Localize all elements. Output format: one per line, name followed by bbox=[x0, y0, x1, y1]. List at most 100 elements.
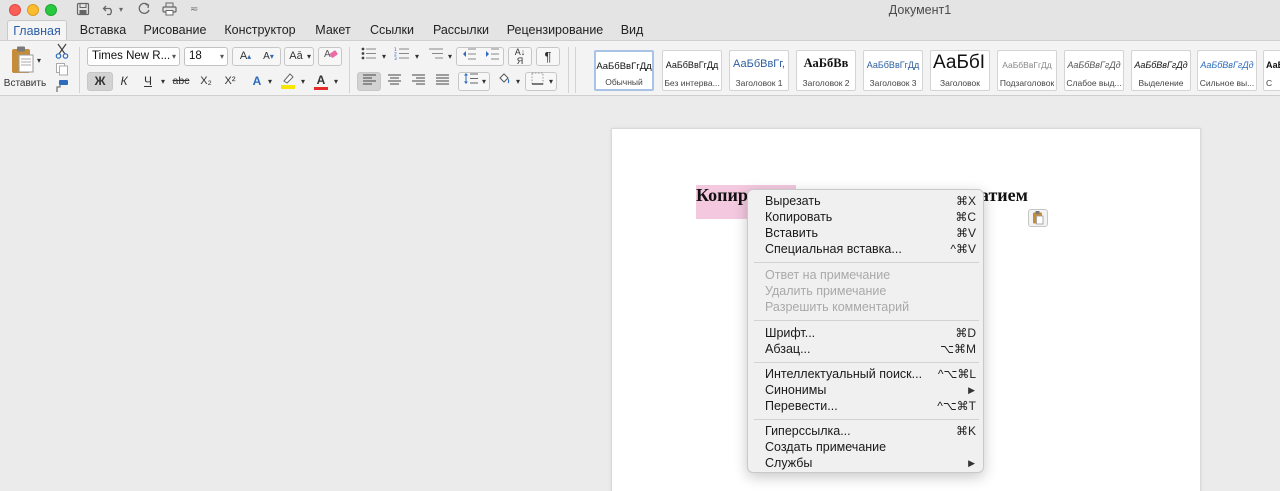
undo-icon[interactable] bbox=[102, 2, 116, 18]
chevron-down-icon[interactable]: ▾ bbox=[514, 72, 522, 91]
tab-home[interactable]: Главная bbox=[7, 20, 67, 41]
chevron-down-icon[interactable]: ▾ bbox=[413, 47, 421, 66]
tab-view[interactable]: Вид bbox=[614, 20, 650, 40]
font-color-button[interactable]: A bbox=[312, 71, 330, 90]
change-case-button[interactable]: Aā ▾ bbox=[284, 47, 314, 66]
chevron-down-icon[interactable]: ▾ bbox=[446, 47, 454, 66]
document-canvas[interactable]: Копир атием bbox=[0, 97, 1280, 491]
chevron-down-icon[interactable]: ▾ bbox=[380, 47, 388, 66]
menu-item-new-comment[interactable]: Создать примечание bbox=[748, 439, 985, 455]
chevron-down-icon[interactable]: ▾ bbox=[332, 72, 340, 91]
italic-button[interactable]: К bbox=[113, 72, 135, 91]
tab-mailings[interactable]: Рассылки bbox=[426, 20, 496, 40]
style-heading-1[interactable]: АаБбВвГг, Заголовок 1 bbox=[729, 50, 789, 91]
chevron-down-icon[interactable]: ▾ bbox=[299, 72, 307, 91]
tab-design[interactable]: Конструктор bbox=[219, 20, 301, 40]
underline-dropdown-icon[interactable]: ▾ bbox=[158, 72, 168, 91]
shrink-font-button[interactable]: A▾ bbox=[257, 47, 280, 66]
style-preview: АаБбВвГгДд bbox=[1002, 60, 1052, 70]
minimize-window-button[interactable] bbox=[27, 4, 39, 16]
decrease-indent-icon[interactable] bbox=[458, 47, 480, 66]
highlight-button[interactable] bbox=[278, 72, 298, 91]
menu-item-resolve-comment: Разрешить комментарий bbox=[748, 299, 985, 315]
tab-insert[interactable]: Вставка bbox=[72, 20, 134, 40]
menu-separator bbox=[754, 320, 979, 321]
style-heading-3[interactable]: АаБбВвГгДд Заголовок 3 bbox=[863, 50, 923, 91]
paste-button[interactable] bbox=[9, 45, 37, 75]
menu-item-label: Синонимы bbox=[765, 383, 827, 397]
style-intense-emphasis[interactable]: АаБбВвГгДд Сильное вы... bbox=[1197, 50, 1257, 91]
style-subtle-emphasis[interactable]: АаБбВвГгДд Слабое выд... bbox=[1064, 50, 1124, 91]
save-icon[interactable] bbox=[76, 2, 90, 18]
justify-button[interactable] bbox=[431, 72, 453, 91]
menu-item-paragraph[interactable]: Абзац... ⌥⌘M bbox=[748, 341, 985, 357]
style-name: С bbox=[1266, 78, 1273, 88]
style-no-spacing[interactable]: АаБбВвГгДд Без интерва... bbox=[662, 50, 722, 91]
style-name: Сильное вы... bbox=[1199, 78, 1255, 88]
menu-item-translate[interactable]: Перевести... ^⌥⌘T bbox=[748, 398, 985, 414]
menu-item-smart-lookup[interactable]: Интеллектуальный поиск... ^⌥⌘L bbox=[748, 366, 985, 382]
grow-font-button[interactable]: A▴ bbox=[234, 47, 257, 66]
font-name-value: Times New R... bbox=[92, 50, 171, 62]
tab-draw[interactable]: Рисование bbox=[139, 20, 211, 40]
borders-button[interactable]: ▾ bbox=[525, 72, 557, 91]
menu-item-paste-special[interactable]: Специальная вставка... ^⌘V bbox=[748, 241, 985, 257]
menu-item-shortcut: ^⌥⌘L bbox=[937, 367, 976, 381]
customize-toolbar-icon[interactable]: ≂ bbox=[190, 2, 198, 18]
maximize-window-button[interactable] bbox=[45, 4, 57, 16]
redo-icon[interactable] bbox=[137, 2, 151, 18]
menu-item-hyperlink[interactable]: Гиперссылка... ⌘K bbox=[748, 423, 985, 439]
style-title[interactable]: АаБбІ Заголовок bbox=[930, 50, 990, 91]
style-name: Заголовок 1 bbox=[735, 78, 783, 88]
format-painter-icon[interactable] bbox=[53, 79, 70, 98]
style-preview: АаБбВвГг, bbox=[733, 58, 785, 70]
align-left-button[interactable] bbox=[357, 72, 381, 91]
subscript-button[interactable]: X₂ bbox=[195, 72, 217, 91]
menu-item-services[interactable]: Службы ▶ bbox=[748, 455, 985, 471]
underline-button[interactable]: Ч bbox=[137, 72, 159, 91]
menu-item-copy[interactable]: Копировать ⌘C bbox=[748, 209, 985, 225]
tab-references[interactable]: Ссылки bbox=[364, 20, 420, 40]
strikethrough-button[interactable]: abc bbox=[170, 72, 192, 91]
menu-item-font[interactable]: Шрифт... ⌘D bbox=[748, 325, 985, 341]
text-effects-button[interactable]: A bbox=[248, 72, 266, 91]
bullets-button[interactable] bbox=[357, 47, 381, 66]
superscript-button[interactable]: X² bbox=[219, 72, 241, 91]
font-size-select[interactable]: 18 ▾ bbox=[184, 47, 228, 66]
style-strong[interactable]: АаБ С bbox=[1263, 50, 1280, 91]
clear-formatting-button[interactable]: A bbox=[318, 47, 342, 66]
line-spacing-button[interactable]: ▾ bbox=[458, 72, 490, 91]
show-formatting-button[interactable]: ¶ bbox=[536, 47, 560, 66]
align-right-button[interactable] bbox=[407, 72, 429, 91]
bold-button[interactable]: Ж bbox=[87, 72, 113, 91]
shading-button[interactable] bbox=[494, 72, 514, 91]
cut-icon[interactable] bbox=[53, 43, 70, 62]
menu-item-paste[interactable]: Вставить ⌘V bbox=[748, 225, 985, 241]
close-window-button[interactable] bbox=[9, 4, 21, 16]
style-normal[interactable]: АаБбВвГгДд Обычный bbox=[594, 50, 654, 91]
tab-layout[interactable]: Макет bbox=[308, 20, 358, 40]
style-emphasis[interactable]: АаБбВвГгДд Выделение bbox=[1131, 50, 1191, 91]
style-subtitle[interactable]: АаБбВвГгДд Подзаголовок bbox=[997, 50, 1057, 91]
menu-item-cut[interactable]: Вырезать ⌘X bbox=[748, 193, 985, 209]
menu-item-synonyms[interactable]: Синонимы ▶ bbox=[748, 382, 985, 398]
menu-item-label: Специальная вставка... bbox=[765, 242, 902, 256]
align-center-button[interactable] bbox=[383, 72, 405, 91]
multilevel-list-button[interactable] bbox=[424, 47, 448, 66]
increase-indent-icon[interactable] bbox=[481, 47, 503, 66]
font-name-select[interactable]: Times New R... ▾ bbox=[87, 47, 180, 66]
paste-options-button[interactable] bbox=[1028, 209, 1048, 227]
tab-review[interactable]: Рецензирование bbox=[502, 20, 608, 40]
print-icon[interactable] bbox=[162, 2, 177, 18]
style-heading-2[interactable]: АаБбВв Заголовок 2 bbox=[796, 50, 856, 91]
chevron-down-icon: ▾ bbox=[219, 52, 224, 61]
undo-dropdown-icon[interactable]: ▾ bbox=[119, 2, 123, 18]
sort-button[interactable]: A↓ Я bbox=[508, 47, 532, 66]
chevron-down-icon[interactable]: ▾ bbox=[266, 72, 274, 91]
style-preview: АаБбВвГгДд bbox=[1134, 60, 1188, 70]
menu-item-label: Перевести... bbox=[765, 399, 838, 413]
numbering-button[interactable]: 123 bbox=[390, 47, 414, 66]
font-color-label: A bbox=[316, 73, 326, 87]
menu-item-shortcut: ⌥⌘M bbox=[940, 342, 976, 356]
paste-dropdown-icon[interactable]: ▾ bbox=[37, 51, 41, 70]
